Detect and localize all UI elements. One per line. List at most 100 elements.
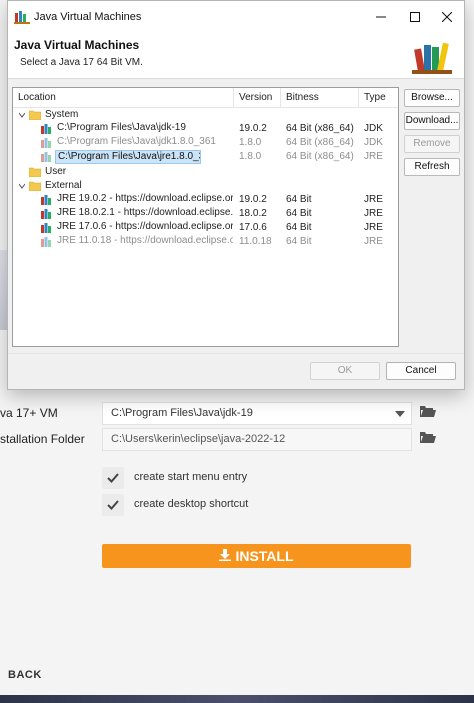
browse-button[interactable]: Browse... bbox=[404, 89, 460, 107]
bitness-cell: 64 Bit (x86_64) bbox=[286, 151, 354, 162]
install-folder-field[interactable]: C:\Users\kerin\eclipse\java-2022-12 bbox=[102, 428, 412, 451]
jvm-row: va 17+ VM C:\Program Files\Java\jdk-19 bbox=[0, 402, 474, 426]
jvm-label: va 17+ VM bbox=[0, 406, 58, 420]
back-button[interactable]: BACK bbox=[8, 669, 42, 681]
type-cell: JRE bbox=[364, 151, 383, 162]
books-icon bbox=[412, 37, 452, 75]
group-label: External bbox=[45, 180, 82, 191]
checkbox-label: create start menu entry bbox=[134, 471, 248, 483]
location-cell: C:\Program Files\Java\jre1.8.0_361 bbox=[55, 150, 201, 164]
download-button[interactable]: Download... bbox=[404, 112, 460, 130]
location-cell: JRE 19.0.2 - https://download.eclipse.or… bbox=[57, 193, 233, 204]
chevron-down-icon[interactable] bbox=[19, 112, 25, 118]
jvm-icon bbox=[41, 124, 51, 134]
books-icon bbox=[14, 10, 30, 24]
type-cell: JDK bbox=[364, 123, 383, 134]
table-row[interactable]: C:\Program Files\Java\jdk1.8.0_361 1.8.0… bbox=[13, 136, 398, 150]
version-cell: 1.8.0 bbox=[239, 151, 262, 162]
jvm-select[interactable]: C:\Program Files\Java\jdk-19 bbox=[102, 402, 412, 425]
bitness-cell: 64 Bit (x86_64) bbox=[286, 137, 354, 148]
minimize-button[interactable] bbox=[366, 1, 396, 33]
group-label: User bbox=[45, 166, 67, 177]
type-cell: JRE bbox=[364, 222, 383, 233]
jvm-icon bbox=[41, 237, 51, 247]
table-row-selected[interactable]: C:\Program Files\Java\jre1.8.0_361 1.8.0… bbox=[13, 150, 398, 164]
install-folder-value: C:\Users\kerin\eclipse\java-2022-12 bbox=[111, 433, 286, 445]
remove-button[interactable]: Remove bbox=[404, 135, 460, 153]
location-cell: C:\Program Files\Java\jdk1.8.0_361 bbox=[57, 136, 216, 147]
folder-row: stallation Folder C:\Users\kerin\eclipse… bbox=[0, 428, 474, 452]
version-cell: 17.0.6 bbox=[239, 222, 267, 233]
desktop-shortcut-checkbox-row[interactable]: create desktop shortcut bbox=[102, 494, 402, 516]
type-cell: JRE bbox=[364, 208, 383, 219]
folder-label: stallation Folder bbox=[0, 432, 85, 446]
jvm-icon bbox=[41, 195, 51, 205]
type-cell: JRE bbox=[364, 236, 383, 247]
table-row[interactable]: C:\Program Files\Java\jdk-19 19.0.2 64 B… bbox=[13, 122, 398, 136]
bitness-cell: 64 Bit bbox=[286, 208, 312, 219]
window-title: Java Virtual Machines bbox=[34, 11, 142, 23]
ok-button[interactable]: OK bbox=[310, 362, 380, 380]
maximize-button[interactable] bbox=[400, 1, 430, 33]
version-cell: 19.0.2 bbox=[239, 123, 267, 134]
bitness-cell: 64 Bit (x86_64) bbox=[286, 123, 354, 134]
refresh-button[interactable]: Refresh bbox=[404, 158, 460, 176]
minimize-icon bbox=[376, 16, 386, 18]
install-button[interactable]: INSTALL bbox=[102, 544, 411, 568]
bitness-cell: 64 Bit bbox=[286, 194, 312, 205]
type-cell: JDK bbox=[364, 137, 383, 148]
folder-icon bbox=[29, 181, 41, 191]
close-button[interactable] bbox=[432, 1, 462, 33]
jvm-table[interactable]: Location Version Bitness Type System C:\… bbox=[12, 87, 399, 347]
jvm-dialog: Java Virtual Machines Java Virtual Machi… bbox=[7, 0, 465, 390]
folder-icon bbox=[29, 167, 41, 177]
check-icon bbox=[107, 473, 119, 483]
jvm-icon bbox=[41, 209, 51, 219]
column-header-bitness[interactable]: Bitness bbox=[281, 88, 359, 108]
check-icon bbox=[107, 500, 119, 510]
version-cell: 19.0.2 bbox=[239, 194, 267, 205]
jvm-icon bbox=[41, 138, 51, 148]
table-row[interactable]: JRE 11.0.18 - https://download.eclipse.o… bbox=[13, 235, 398, 249]
start-menu-checkbox-row[interactable]: create start menu entry bbox=[102, 467, 402, 489]
tree-group-user[interactable]: User bbox=[13, 165, 398, 179]
column-header-type[interactable]: Type bbox=[359, 88, 398, 108]
table-header: Location Version Bitness Type bbox=[13, 88, 398, 108]
version-cell: 18.0.2 bbox=[239, 208, 267, 219]
table-row[interactable]: JRE 19.0.2 - https://download.eclipse.or… bbox=[13, 193, 398, 207]
checkbox[interactable] bbox=[102, 467, 124, 489]
checkbox[interactable] bbox=[102, 494, 124, 516]
version-cell: 11.0.18 bbox=[239, 236, 272, 247]
location-cell: C:\Program Files\Java\jdk-19 bbox=[57, 122, 186, 133]
bitness-cell: 64 Bit bbox=[286, 222, 312, 233]
type-cell: JRE bbox=[364, 194, 383, 205]
chevron-down-icon[interactable] bbox=[19, 183, 25, 189]
dialog-heading: Java Virtual Machines bbox=[14, 38, 140, 52]
cancel-button[interactable]: Cancel bbox=[386, 362, 456, 380]
folder-open-icon[interactable] bbox=[420, 405, 436, 418]
title-bar: Java Virtual Machines bbox=[8, 1, 464, 33]
download-icon bbox=[219, 544, 232, 568]
column-header-version[interactable]: Version bbox=[234, 88, 281, 108]
location-cell: JRE 11.0.18 - https://download.eclipse.o… bbox=[57, 235, 233, 246]
tree-group-system[interactable]: System bbox=[13, 108, 398, 122]
jvm-icon bbox=[41, 223, 51, 233]
decorative-strip bbox=[0, 695, 474, 703]
install-label: INSTALL bbox=[235, 548, 294, 564]
column-header-location[interactable]: Location bbox=[13, 88, 234, 108]
location-cell: JRE 17.0.6 - https://download.eclipse.or… bbox=[57, 221, 233, 232]
folder-open-icon[interactable] bbox=[420, 431, 436, 444]
bitness-cell: 64 Bit bbox=[286, 236, 312, 247]
jvm-select-value: C:\Program Files\Java\jdk-19 bbox=[111, 407, 253, 419]
chevron-down-icon bbox=[395, 411, 405, 417]
jvm-icon bbox=[41, 152, 51, 162]
folder-icon bbox=[29, 110, 41, 120]
table-row[interactable]: JRE 18.0.2.1 - https://download.eclipse.… bbox=[13, 207, 398, 221]
checkbox-label: create desktop shortcut bbox=[134, 498, 249, 510]
tree-group-external[interactable]: External bbox=[13, 179, 398, 193]
close-icon bbox=[442, 12, 452, 22]
dialog-subtitle: Select a Java 17 64 Bit VM. bbox=[20, 57, 143, 68]
dialog-header: Java Virtual Machines Select a Java 17 6… bbox=[8, 33, 464, 79]
table-row[interactable]: JRE 17.0.6 - https://download.eclipse.or… bbox=[13, 221, 398, 235]
maximize-icon bbox=[410, 12, 420, 22]
